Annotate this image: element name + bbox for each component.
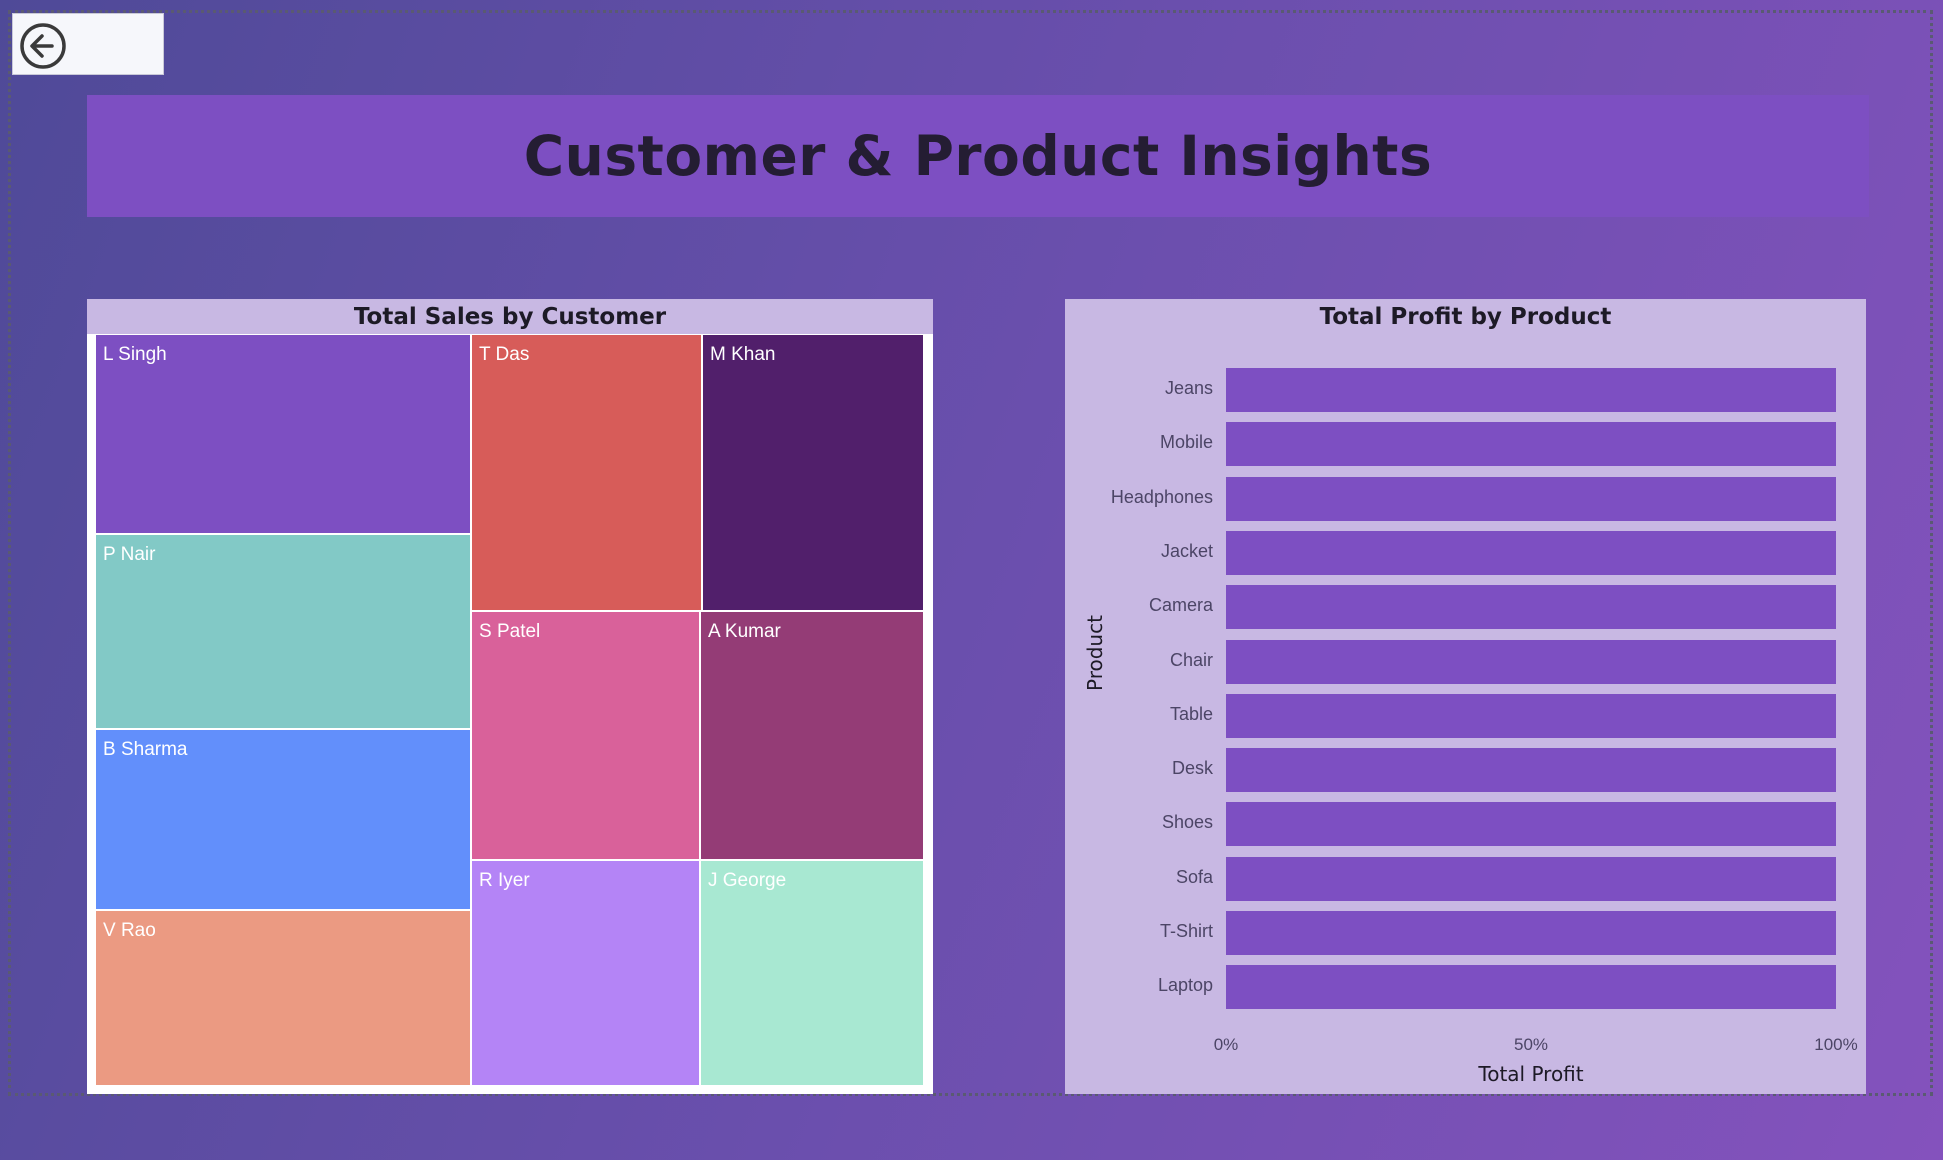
treemap-tile[interactable]: B Sharma [95,729,471,910]
treemap-tile-label: M Khan [710,344,776,365]
y-tick-label: Camera [1148,595,1213,616]
bar-row[interactable]: Desk [1065,748,1866,793]
y-tick-label: Headphones [1110,486,1213,507]
bar[interactable] [1226,368,1836,412]
bar-row[interactable]: Jeans [1065,368,1866,412]
bar[interactable] [1226,748,1836,793]
treemap-tile-label: V Rao [103,920,156,941]
treemap-tile-label: R Iyer [479,870,530,891]
bar[interactable] [1226,476,1836,521]
x-tick-label: 0% [1213,1035,1239,1054]
bar-row[interactable]: Shoes [1065,802,1866,847]
treemap-tile[interactable]: S Patel [471,611,700,860]
y-tick-label: Shoes [1161,812,1213,833]
bar-row[interactable]: T-Shirt [1065,911,1866,955]
page-banner: Customer & Product Insights [87,95,1869,217]
bar-row[interactable]: Headphones [1065,476,1866,521]
bar-row[interactable]: Jacket [1065,530,1866,575]
y-tick-label: Jacket [1160,540,1213,561]
bar-row[interactable]: Sofa [1065,856,1866,901]
treemap-tile[interactable]: J George [700,860,924,1086]
treemap-title: Total Sales by Customer [87,299,933,334]
x-tick-label: 100% [1814,1035,1858,1054]
bar[interactable] [1226,911,1836,955]
y-tick-label: Sofa [1175,866,1213,887]
treemap-tile-label: L Singh [103,344,167,365]
treemap-tile[interactable]: A Kumar [700,611,924,860]
bar[interactable] [1226,530,1836,575]
y-tick-label: Desk [1171,758,1213,779]
treemap-tile-label: P Nair [103,544,156,565]
treemap-tile-label: T Das [479,344,530,365]
treemap-visual[interactable]: Total Sales by Customer L Singh P Nair B S… [87,299,933,1094]
y-tick-label: Jeans [1164,378,1213,398]
bar-row[interactable]: Chair [1065,639,1866,684]
bar-row[interactable]: Table [1065,693,1866,738]
treemap-tile[interactable]: P Nair [95,534,471,729]
y-axis-title: Product [1083,615,1107,691]
chart-title: Total Profit by Product [1319,303,1612,330]
bar-row[interactable]: Camera [1065,585,1866,630]
y-tick-label: Laptop [1157,975,1213,996]
page-title: Customer & Product Insights [523,124,1433,188]
x-tick-label: 50% [1513,1035,1549,1054]
bar[interactable] [1226,965,1836,1010]
bar-chart-visual[interactable]: Total Profit by Product Jeans Mobile Headp… [1065,299,1866,1094]
bar[interactable] [1226,802,1836,847]
treemap-tile-label: J George [708,870,787,891]
treemap-tile[interactable]: M Khan [702,334,924,611]
treemap-tile[interactable]: V Rao [95,910,471,1086]
treemap-tile-label: S Patel [479,621,541,642]
treemap-tile[interactable]: T Das [471,334,702,611]
treemap-tile[interactable]: R Iyer [471,860,700,1086]
treemap-tile-label: A Kumar [708,621,781,642]
y-tick-label: T-Shirt [1159,921,1213,941]
y-tick-label: Mobile [1159,432,1213,453]
arrow-left-circle-icon[interactable] [19,22,67,70]
bar[interactable] [1226,693,1836,738]
bar-row[interactable]: Mobile [1065,422,1866,467]
treemap-tile-label: B Sharma [103,739,188,760]
y-tick-label: Table [1169,703,1213,724]
bar[interactable] [1226,422,1836,467]
bar[interactable] [1226,639,1836,684]
y-tick-label: Chair [1169,649,1213,670]
bar[interactable] [1226,585,1836,630]
x-axis-title: Total Profit [1478,1062,1584,1086]
treemap-tile[interactable]: L Singh [95,334,471,534]
bar-row[interactable]: Laptop [1065,965,1866,1010]
treemap-area[interactable]: L Singh P Nair B Sharma V Rao T Das M Khan S P… [87,334,933,1094]
bar[interactable] [1226,856,1836,901]
back-button[interactable] [12,13,164,75]
